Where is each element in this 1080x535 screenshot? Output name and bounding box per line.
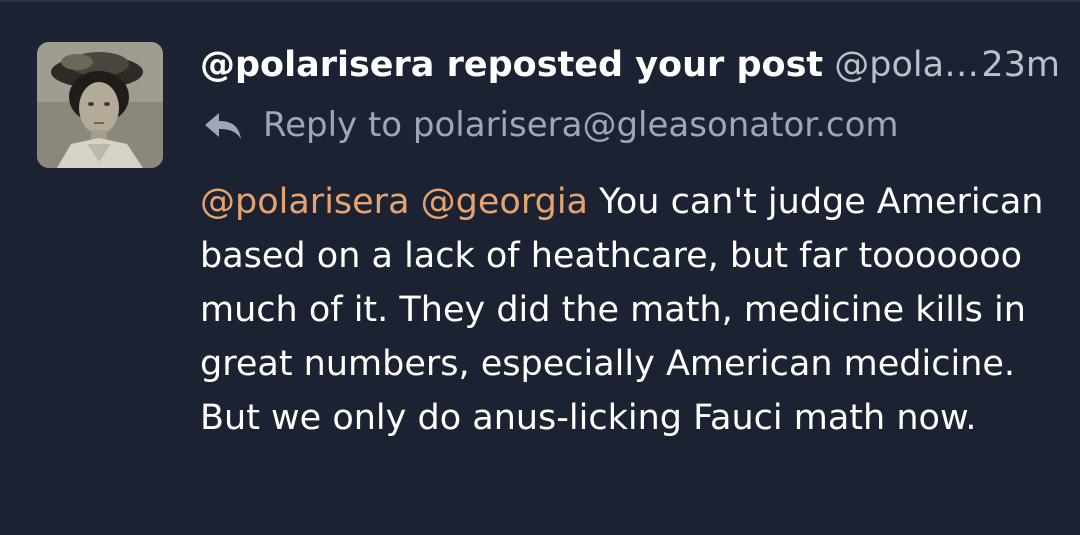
reply-arrow-icon: [203, 110, 243, 140]
reply-to-line[interactable]: Reply to polarisera@gleasonator.com: [203, 100, 899, 150]
user-handle[interactable]: @pola…: [834, 45, 979, 85]
notification-header: @polarisera reposted your post @pola…: [200, 40, 1060, 90]
reply-to-text[interactable]: Reply to polarisera@gleasonator.com: [263, 105, 899, 145]
avatar-photo: [37, 42, 163, 168]
timestamp[interactable]: 23m: [975, 40, 1060, 90]
repost-actor-text[interactable]: @polarisera reposted your post: [200, 45, 823, 85]
mention-polarisera[interactable]: @polarisera: [200, 182, 410, 222]
notification-card[interactable]: @polarisera reposted your post @pola… 23…: [0, 0, 1080, 535]
mention-georgia[interactable]: @georgia: [421, 182, 588, 222]
post-body: @polarisera @georgia You can't judge Ame…: [200, 175, 1050, 445]
avatar[interactable]: [37, 42, 163, 168]
